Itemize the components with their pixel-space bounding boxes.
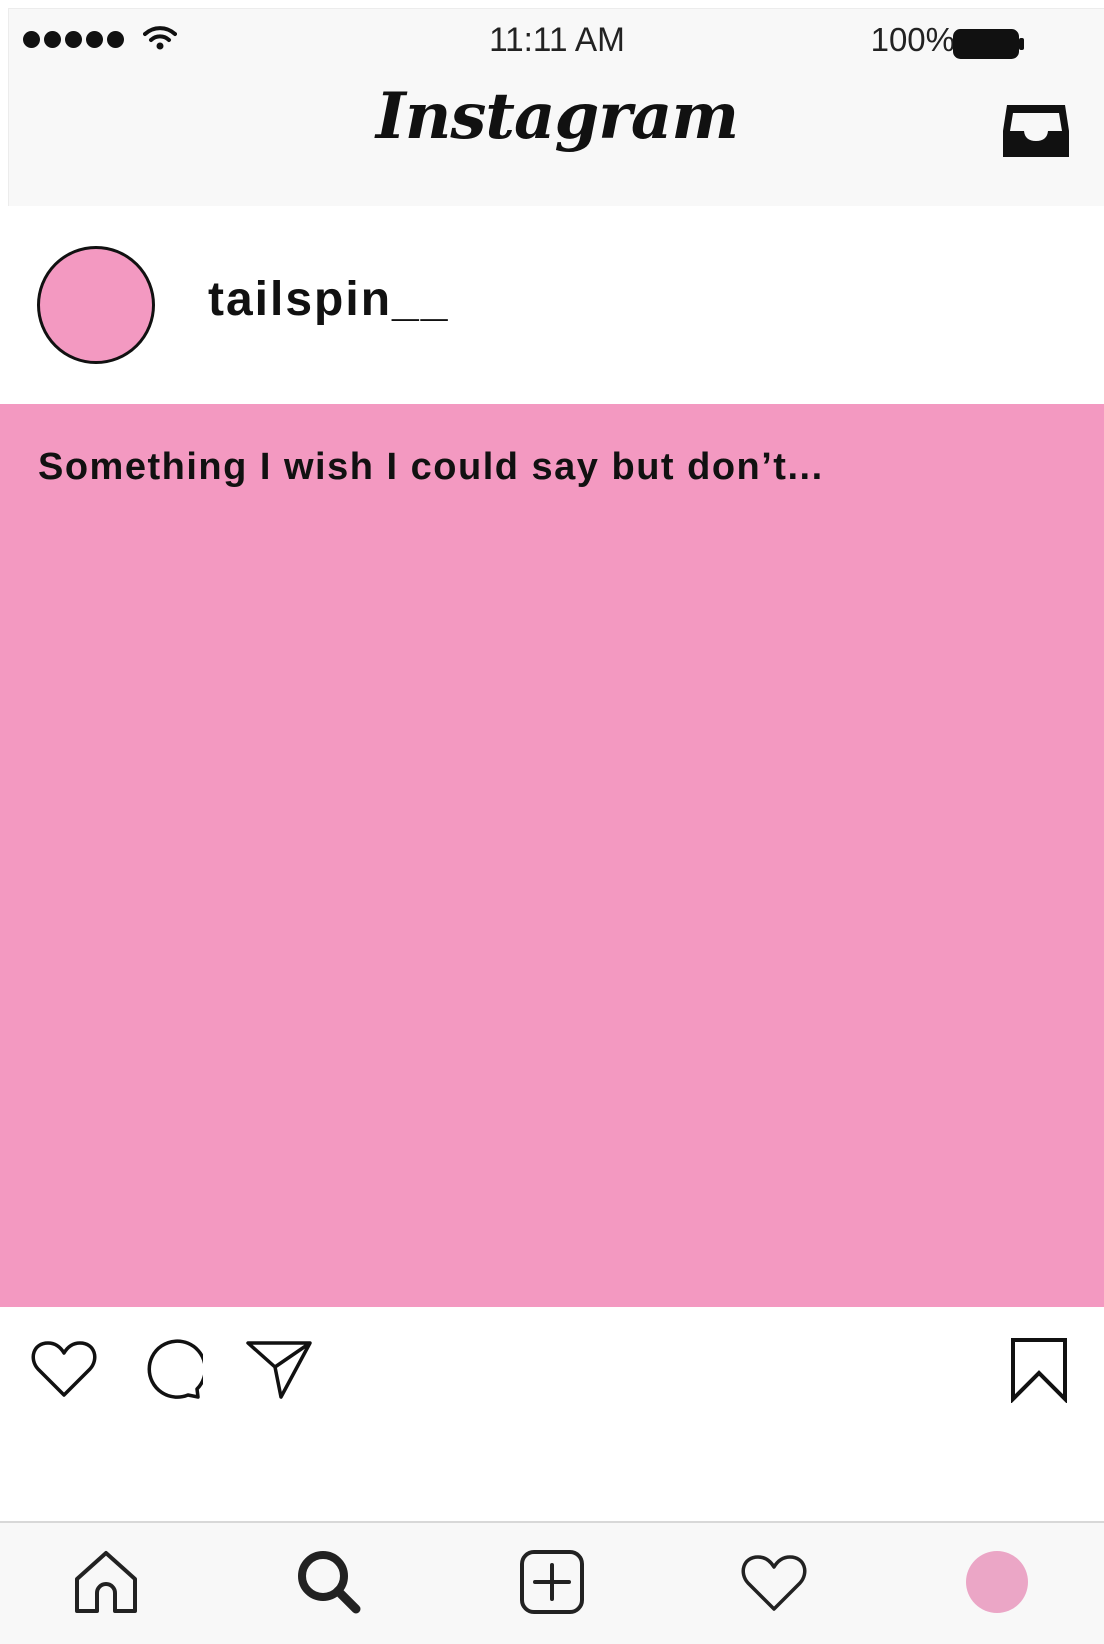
bookmark-icon[interactable] [1010, 1337, 1068, 1403]
profile-avatar[interactable] [966, 1551, 1028, 1613]
send-icon[interactable] [245, 1339, 313, 1401]
battery-percent: 100% [870, 21, 955, 58]
search-icon[interactable] [296, 1549, 362, 1615]
battery-icon [953, 29, 1025, 59]
heart-icon[interactable] [31, 1339, 97, 1399]
add-post-icon[interactable] [519, 1549, 585, 1615]
comment-icon[interactable] [141, 1339, 203, 1401]
post-username[interactable]: tailspin__ [208, 272, 449, 327]
post-image[interactable]: Something I wish I could say but don’t..… [0, 404, 1104, 1307]
activity-heart-icon[interactable] [741, 1553, 807, 1613]
avatar[interactable] [37, 246, 155, 364]
home-icon[interactable] [73, 1549, 139, 1615]
inbox-icon[interactable] [1001, 101, 1071, 161]
top-bar: 11:11 AM 100% Instagram [8, 8, 1104, 207]
status-bar: 11:11 AM 100% [9, 9, 1104, 69]
bottom-tab-bar [0, 1521, 1104, 1644]
post-header: tailspin__ [0, 206, 1104, 404]
post-image-text: Something I wish I could say but don’t..… [38, 446, 824, 488]
app-title: Instagram [375, 79, 739, 154]
post-actions [0, 1307, 1104, 1521]
